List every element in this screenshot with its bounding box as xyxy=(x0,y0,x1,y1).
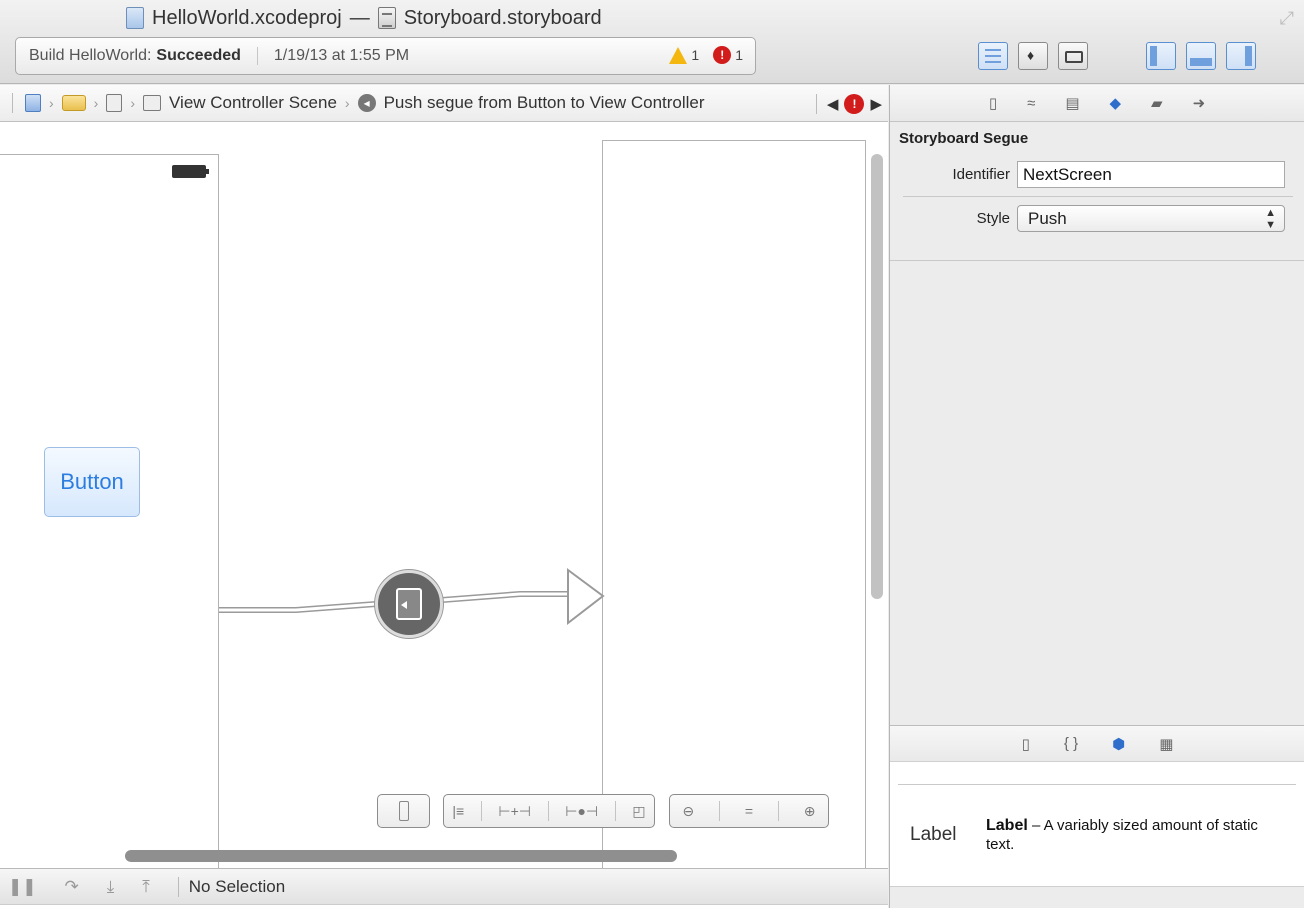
media-library-icon[interactable]: ▦ xyxy=(1159,735,1173,753)
popup-arrows-icon: ▲ ▼ xyxy=(1265,206,1276,231)
library-divider xyxy=(898,784,1296,785)
project-crumb-icon[interactable] xyxy=(25,94,41,112)
segue-arrow[interactable] xyxy=(0,122,888,868)
scene-icon xyxy=(143,95,162,111)
align-icon[interactable]: |≡ xyxy=(452,803,464,819)
utilities-area: ▯ ≈ ▤ ◆ ▰ ➜ Storyboard Segue Identifier … xyxy=(889,85,1304,908)
resolve-icon[interactable]: ⊢●⊣ xyxy=(565,803,598,820)
fullscreen-icon[interactable]: ⤢ xyxy=(1280,8,1294,29)
next-issue-icon[interactable]: ▶ xyxy=(870,95,882,113)
style-popup[interactable]: Push ▲ ▼ xyxy=(1017,205,1285,232)
storyboard-canvas[interactable]: Button |≡ ⊢+⊣ ⊢●⊣ ◰ ⊖ = ⊕ xyxy=(0,122,888,868)
build-status: Succeeded xyxy=(156,47,241,64)
push-segue-icon[interactable] xyxy=(375,570,443,638)
warning-count: 1 xyxy=(691,47,700,63)
identity-inspector-icon[interactable]: ▤ xyxy=(1065,94,1079,112)
vertical-scrollbar[interactable] xyxy=(871,154,883,599)
project-name: HelloWorld.xcodeproj xyxy=(152,6,342,29)
activity-divider xyxy=(256,47,258,65)
crumb-scene[interactable]: View Controller Scene xyxy=(169,93,337,113)
inspector-divider xyxy=(903,196,1293,197)
object-library-icon[interactable]: ⬢ xyxy=(1112,735,1125,753)
jump-bar: › › › View Controller Scene › ◂ Push seg… xyxy=(0,85,888,122)
jumpbar-divider xyxy=(12,93,13,113)
document-outline-toggle[interactable] xyxy=(377,794,430,828)
debug-area-edge xyxy=(0,904,888,908)
step-over-icon[interactable]: ↷ xyxy=(65,877,79,897)
assistant-editor-button[interactable]: ♦ xyxy=(1018,42,1048,70)
folder-crumb-icon[interactable] xyxy=(61,95,86,111)
size-inspector-icon[interactable]: ▰ xyxy=(1151,94,1163,112)
error-icon[interactable]: ! xyxy=(844,94,865,114)
version-icon xyxy=(1065,51,1083,63)
activity-viewer: Build HelloWorld: Succeeded 1/19/13 at 1… xyxy=(15,37,756,75)
toggle-debug-area-button[interactable] xyxy=(1186,42,1216,70)
issue-navigator-arrows: ◀ ! ▶ xyxy=(815,94,882,114)
style-value: Push xyxy=(1028,208,1067,228)
quick-help-icon[interactable]: ≈ xyxy=(1027,95,1035,112)
chevron-icon: › xyxy=(49,95,54,111)
step-into-icon[interactable]: ⤓ xyxy=(107,877,115,897)
connections-inspector-icon[interactable]: ➜ xyxy=(1193,94,1206,112)
zoom-in-icon[interactable]: ⊕ xyxy=(804,803,816,820)
debug-bar: ❚❚ ↷ ⤓ ⤒ No Selection xyxy=(0,868,888,904)
layout-tools: |≡ ⊢+⊣ ⊢●⊣ ◰ xyxy=(443,794,655,828)
jumpbar-divider xyxy=(815,94,817,114)
library-tabs: ▯ { } ⬢ ▦ xyxy=(890,726,1304,762)
chevron-icon: › xyxy=(93,95,99,111)
inspector-section-title: Storyboard Segue xyxy=(899,130,1029,147)
identifier-field[interactable] xyxy=(1017,161,1285,188)
step-out-icon[interactable]: ⤒ xyxy=(142,877,150,897)
editor-mode-buttons: ♦ xyxy=(978,42,1088,70)
warning-icon xyxy=(669,46,688,64)
previous-issue-icon[interactable]: ◀ xyxy=(827,95,839,113)
view-toggle-buttons xyxy=(1146,42,1256,70)
storyboard-file-icon xyxy=(377,7,396,29)
code-snippet-library-icon[interactable]: { } xyxy=(1064,735,1078,752)
zoom-out-icon[interactable]: ⊖ xyxy=(682,803,694,820)
identifier-label: Identifier xyxy=(952,166,1010,183)
chevron-icon: › xyxy=(344,95,350,111)
inspector-tabs: ▯ ≈ ▤ ◆ ▰ ➜ xyxy=(890,85,1304,122)
inspector-bottom-divider xyxy=(890,260,1304,261)
library-item-label[interactable]: Label Label – A variably sized amount of… xyxy=(910,816,1286,854)
file-name: Storyboard.storyboard xyxy=(403,6,602,29)
zoom-tools: ⊖ = ⊕ xyxy=(669,794,829,828)
identifier-row: Identifier xyxy=(890,161,1285,188)
style-label: Style xyxy=(976,210,1010,227)
horizontal-scrollbar[interactable] xyxy=(125,850,677,862)
resize-behavior-icon[interactable]: ◰ xyxy=(632,803,645,820)
toggle-utilities-button[interactable] xyxy=(1226,42,1256,70)
label-preview: Label xyxy=(910,824,957,845)
issue-badges[interactable]: 1 ! 1 xyxy=(669,46,743,64)
crumb-segue[interactable]: Push segue from Button to View Controlle… xyxy=(384,93,705,113)
standard-editor-button[interactable] xyxy=(978,42,1008,70)
pin-icon[interactable]: ⊢+⊣ xyxy=(498,803,531,820)
title-separator: — xyxy=(349,6,370,29)
file-template-library-icon[interactable]: ▯ xyxy=(1022,735,1030,753)
style-row: Style Push ▲ ▼ xyxy=(890,205,1285,232)
storyboard-crumb-icon[interactable] xyxy=(106,94,123,112)
toggle-navigator-button[interactable] xyxy=(1146,42,1176,70)
window-title: HelloWorld.xcodeproj — Storyboard.storyb… xyxy=(126,6,602,30)
outline-icon xyxy=(398,801,409,821)
chevron-icon: › xyxy=(130,95,136,111)
selection-status: No Selection xyxy=(178,877,285,897)
build-label: Build HelloWorld: xyxy=(29,47,152,64)
segue-icon: ◂ xyxy=(357,94,376,112)
build-timestamp: 1/19/13 at 1:55 PM xyxy=(273,47,410,64)
file-inspector-icon[interactable]: ▯ xyxy=(989,94,997,112)
version-editor-button[interactable] xyxy=(1058,42,1088,70)
attributes-inspector-icon[interactable]: ◆ xyxy=(1110,94,1122,112)
xcodeproj-icon xyxy=(126,7,144,29)
zoom-actual-icon[interactable]: = xyxy=(745,803,753,819)
library-filter-bar xyxy=(890,886,1304,908)
pause-icon[interactable]: ❚❚ xyxy=(8,877,37,897)
error-icon: ! xyxy=(713,46,732,64)
library-item-description: Label – A variably sized amount of stati… xyxy=(986,817,1258,853)
library-pane: ▯ { } ⬢ ▦ Label Label – A variably sized… xyxy=(890,725,1304,908)
tuxedo-icon: ♦ xyxy=(1027,47,1035,63)
window-toolbar: HelloWorld.xcodeproj — Storyboard.storyb… xyxy=(0,0,1304,84)
error-count: 1 xyxy=(735,47,743,63)
